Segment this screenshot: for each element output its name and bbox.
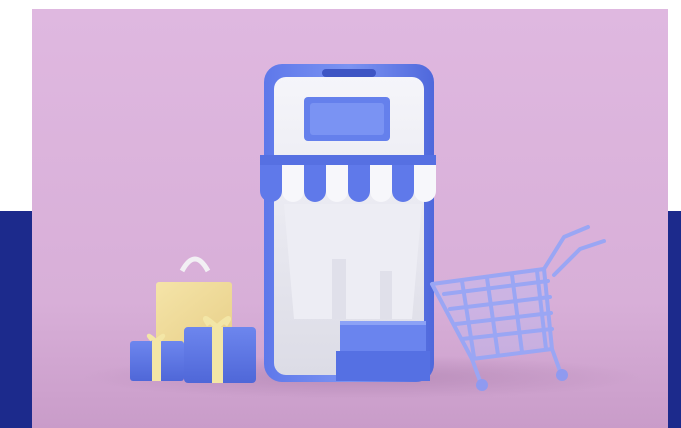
right-accent-block xyxy=(666,211,681,428)
ecommerce-illustration xyxy=(32,9,668,428)
left-accent-block xyxy=(0,211,36,428)
hero-page xyxy=(0,0,681,428)
hero-photo xyxy=(32,9,668,428)
